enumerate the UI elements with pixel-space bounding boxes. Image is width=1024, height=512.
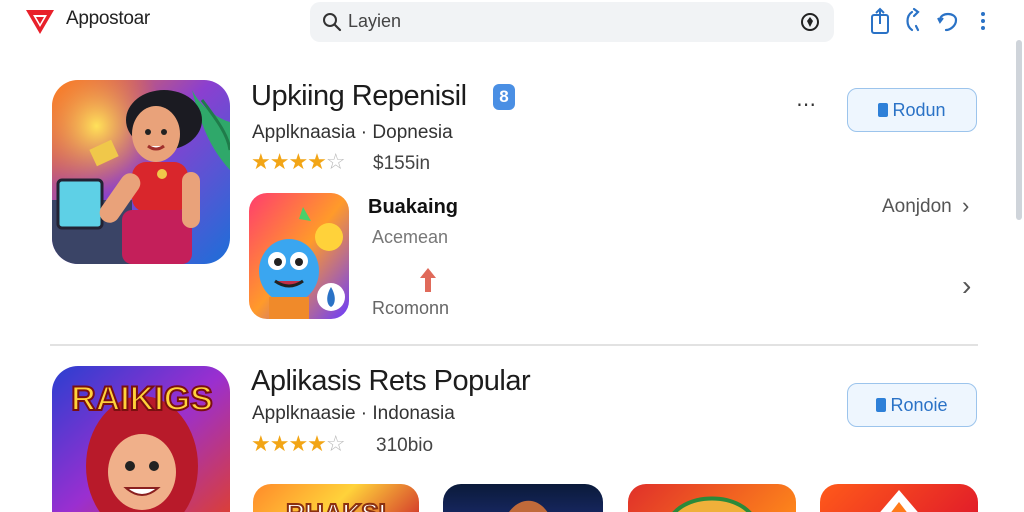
voice-search-icon[interactable]: [800, 12, 820, 32]
empty-star-icon: ☆: [325, 149, 346, 174]
download-icon: [876, 398, 887, 412]
cartoon-monster-icon: [249, 193, 349, 319]
sub-app-icon[interactable]: [249, 193, 349, 319]
popular-rating-stars: ★★★★☆: [251, 431, 346, 457]
sync-icon[interactable]: [934, 6, 962, 36]
app-title: Appostoar: [66, 8, 150, 29]
download-icon: [878, 103, 889, 117]
popular-app-subtitle: Applknaasie · Indonasia: [252, 403, 455, 424]
search-input[interactable]: Layien: [348, 11, 401, 32]
app-thumbnail-3[interactable]: [628, 484, 796, 512]
sub-app-name[interactable]: Buakaing: [368, 196, 458, 219]
game-hero-icon: RAIKIGS: [52, 366, 230, 512]
popular-section-title[interactable]: Aplikasis Rets Popular: [251, 365, 531, 398]
arrow-up-icon: [420, 268, 436, 292]
featured-rating-stars: ★★★★☆: [251, 149, 346, 175]
thumb-art-lettering: RHAKSI: [286, 498, 386, 512]
top-bar: Appostoar Layien: [0, 0, 1024, 44]
popular-rating-count: 310bio: [376, 435, 434, 456]
app-store-logo-icon[interactable]: [24, 6, 56, 36]
featured-app-title[interactable]: Upkiing Repenisil: [251, 80, 467, 113]
featured-rating-count: $155in: [373, 153, 431, 174]
more-vertical-icon[interactable]: [976, 6, 990, 36]
popular-install-label: Ronoie: [890, 395, 948, 415]
featured-install-button[interactable]: Rodun: [847, 88, 977, 132]
scrollbar[interactable]: [1016, 40, 1022, 220]
chevron-right-icon[interactable]: ›: [962, 193, 969, 219]
app-thumbnail-2[interactable]: [443, 484, 603, 512]
featured-app-subtitle: Applknaasia · Dopnesia: [252, 122, 453, 143]
featured-app-icon[interactable]: [52, 80, 230, 264]
search-icon: [323, 13, 342, 32]
featured-badge: 8: [493, 84, 515, 110]
thumb-art: [509, 500, 548, 512]
popular-app-icon[interactable]: RAIKIGS: [52, 366, 230, 512]
refresh-icon[interactable]: [902, 6, 930, 36]
filled-stars-icon: ★★★★: [251, 149, 327, 174]
more-options-icon[interactable]: ⋯: [796, 92, 817, 117]
app-thumbnail-1[interactable]: RHAKSI: [253, 484, 419, 512]
sub-app-label: Rcomonn: [372, 298, 450, 318]
search-bar[interactable]: Layien: [310, 2, 834, 42]
share-icon[interactable]: [866, 6, 894, 36]
thumb-art: [672, 496, 752, 512]
see-all-link[interactable]: Aonjdon: [882, 196, 952, 218]
next-chevron-icon[interactable]: ›: [962, 270, 971, 302]
section-divider: [50, 344, 978, 346]
popular-install-button[interactable]: Ronoie: [847, 383, 977, 427]
sub-app-category: Acemean: [372, 227, 449, 247]
game-character-icon: [52, 80, 230, 264]
thumb-art: [880, 490, 918, 512]
empty-star-icon: ☆: [325, 431, 346, 456]
thumb-art: RHAKSI: [285, 497, 387, 512]
app-thumbnail-4[interactable]: [820, 484, 978, 512]
hero-art-lettering: RAIKIGS: [71, 380, 213, 418]
filled-stars-icon: ★★★★: [251, 431, 327, 456]
featured-install-label: Rodun: [892, 100, 946, 120]
